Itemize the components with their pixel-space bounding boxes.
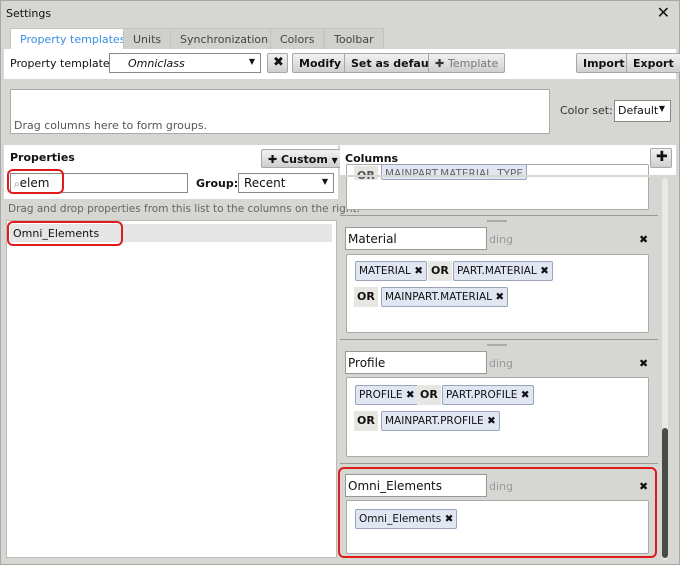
group-value: Recent	[244, 176, 286, 190]
chip[interactable]: PART.MATERIAL ✖	[453, 261, 553, 281]
modify-button[interactable]: Modify	[292, 53, 349, 73]
ding-label: ding	[489, 357, 513, 370]
chip[interactable]: PROFILE ✖	[355, 385, 419, 405]
tab-synchronization[interactable]: Synchronization	[170, 28, 279, 49]
color-set-select[interactable]: Default ▼	[614, 100, 671, 122]
drag-handle[interactable]	[487, 344, 507, 346]
chip[interactable]: MAINPART.PROFILE ✖	[381, 411, 500, 431]
chevron-down-icon: ▼	[331, 156, 338, 165]
tab-units[interactable]: Units	[123, 28, 172, 49]
group-select[interactable]: Recent ▼	[238, 173, 334, 193]
custom-label: Custom	[281, 153, 328, 166]
divider	[340, 339, 658, 340]
chip-label: PART.MATERIAL	[457, 265, 537, 277]
column-name-input[interactable]: Profile	[345, 351, 487, 374]
drag-handle[interactable]	[487, 220, 507, 222]
item-highlight	[7, 221, 123, 246]
custom-button[interactable]: ✚ Custom ▼	[261, 149, 345, 168]
remove-chip-icon[interactable]: ✖	[521, 389, 530, 401]
chevron-down-icon: ▼	[658, 104, 665, 113]
chip-label: MAINPART.MATERIAL	[385, 291, 492, 303]
template-value: Omniclass	[128, 57, 185, 70]
drag-hint: Drag and drop properties from this list …	[8, 203, 360, 215]
remove-chip-icon[interactable]: ✖	[414, 265, 423, 277]
add-template-button[interactable]: ✚ Template	[428, 53, 506, 73]
search-highlight	[7, 169, 64, 194]
group-drop-area[interactable]: Drag columns here to form groups.	[10, 89, 550, 134]
template-label: Property template:	[10, 57, 114, 70]
chip-label: PART.PROFILE	[446, 389, 518, 401]
plus-icon: ✚	[435, 57, 449, 70]
window-title: Settings	[6, 7, 52, 20]
tab-colors[interactable]: Colors	[270, 28, 325, 49]
color-set-label: Color set:	[560, 104, 613, 117]
remove-chip-icon[interactable]: ✖	[487, 415, 496, 427]
chevron-down-icon: ▼	[321, 177, 328, 186]
export-button[interactable]: Export	[626, 53, 680, 73]
x-icon: ✖	[273, 55, 284, 70]
remove-chip-icon[interactable]: ✖	[406, 389, 415, 401]
remove-chip-icon[interactable]: ✖	[540, 265, 549, 277]
plus-icon: ✚	[268, 153, 282, 166]
divider	[340, 463, 658, 464]
or-label: OR	[417, 385, 441, 405]
scrollbar-thumb[interactable]	[662, 428, 668, 558]
tab-property-templates[interactable]: Property templates	[10, 28, 136, 50]
chip-label: PROFILE	[359, 389, 403, 401]
properties-title: Properties	[10, 151, 75, 164]
property-list	[6, 220, 337, 558]
header-divider	[340, 175, 660, 177]
clipped-chip[interactable]: MAINPART.MATERIAL_TYPE	[381, 164, 528, 180]
add-column-button[interactable]: ✚	[650, 148, 672, 168]
chip[interactable]: PART.PROFILE ✖	[442, 385, 534, 405]
or-label: OR	[354, 411, 378, 431]
close-icon[interactable]: ✕	[657, 3, 670, 22]
group-label: Group:	[196, 177, 239, 190]
delete-template-button[interactable]: ✖	[267, 53, 288, 73]
column-highlight	[338, 467, 657, 558]
chevron-down-icon: ▼	[248, 57, 255, 66]
add-template-label: Template	[448, 57, 499, 70]
or-label: OR	[354, 166, 378, 180]
chip-label: MAINPART.PROFILE	[385, 415, 484, 427]
chip[interactable]: MATERIAL ✖	[355, 261, 428, 281]
ding-label: ding	[489, 233, 513, 246]
or-label: OR	[428, 261, 452, 281]
or-label: OR	[354, 287, 378, 307]
remove-chip-icon[interactable]: ✖	[495, 291, 504, 303]
column-name-input[interactable]: Material	[345, 227, 487, 250]
tab-toolbar[interactable]: Toolbar	[324, 28, 384, 49]
remove-column-icon[interactable]: ✖	[639, 233, 648, 246]
color-set-value: Default	[618, 104, 659, 117]
chip[interactable]: MAINPART.MATERIAL ✖	[381, 287, 509, 307]
divider	[340, 215, 658, 216]
group-placeholder: Drag columns here to form groups.	[14, 119, 208, 132]
chip-label: MATERIAL	[359, 265, 411, 277]
import-button[interactable]: Import	[576, 53, 632, 73]
plus-icon: ✚	[656, 149, 668, 165]
template-select[interactable]: Omniclass ▼	[109, 53, 261, 73]
remove-column-icon[interactable]: ✖	[639, 357, 648, 370]
